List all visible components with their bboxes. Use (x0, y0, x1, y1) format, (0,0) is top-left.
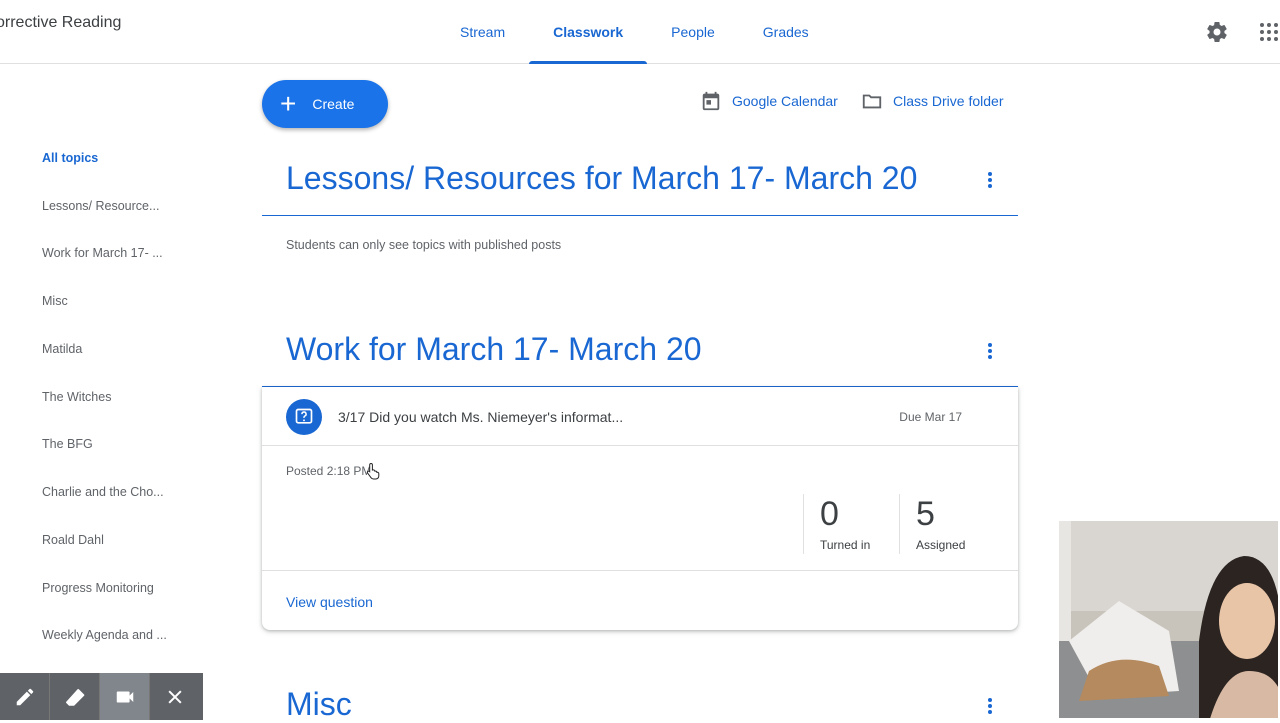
sidebar-item-progress-monitoring[interactable]: Progress Monitoring (42, 581, 154, 595)
camera-icon[interactable] (100, 673, 150, 720)
assignment-header[interactable]: 3/17 Did you watch Ms. Niemeyer's inform… (262, 387, 1018, 446)
hand-cursor-icon (366, 462, 382, 485)
topic-divider (262, 215, 1018, 216)
topic-menu-icon[interactable] (982, 170, 998, 190)
assigned-count: 5 (916, 495, 935, 533)
tab-stream[interactable]: Stream (436, 0, 529, 64)
tab-people[interactable]: People (647, 0, 739, 64)
topic-menu-icon[interactable] (982, 696, 998, 716)
assignment-title: 3/17 Did you watch Ms. Niemeyer's inform… (338, 409, 624, 425)
gear-icon[interactable] (1205, 20, 1229, 44)
question-icon (286, 399, 322, 435)
apps-grid-icon[interactable] (1257, 20, 1280, 44)
sidebar-item-lessons[interactable]: Lessons/ Resource... (42, 199, 159, 213)
posted-time: Posted 2:18 PM (286, 464, 372, 478)
tab-bar: Stream Classwork People Grades (436, 0, 833, 64)
plus-icon: + (280, 88, 297, 119)
sidebar-item-charlie[interactable]: Charlie and the Cho... (42, 485, 164, 499)
google-calendar-button[interactable]: Google Calendar (700, 90, 838, 112)
create-button[interactable]: + Create (262, 80, 388, 128)
sidebar-item-the-bfg[interactable]: The BFG (42, 437, 93, 451)
webcam-video-overlay (1057, 519, 1280, 720)
screen-recorder-toolbar (0, 673, 203, 720)
top-app-bar: orrective Reading Stream Classwork Peopl… (0, 0, 1280, 64)
assignment-card: 3/17 Did you watch Ms. Niemeyer's inform… (262, 387, 1018, 630)
tab-grades[interactable]: Grades (739, 0, 833, 64)
topic-title-work: Work for March 17- March 20 (286, 331, 702, 367)
sidebar-item-matilda[interactable]: Matilda (42, 342, 82, 356)
turned-in-count: 0 (820, 495, 839, 533)
turned-in-stat[interactable]: 0 Turned in (803, 494, 870, 554)
topic-menu-icon[interactable] (982, 341, 998, 361)
topic-visibility-note: Students can only see topics with publis… (286, 238, 562, 252)
calendar-icon (702, 91, 720, 111)
due-date: Due Mar 17 (899, 410, 962, 424)
assigned-label: Assigned (916, 538, 966, 552)
topic-title-misc: Misc (286, 686, 352, 722)
turned-in-label: Turned in (820, 538, 871, 552)
sidebar-item-all-topics[interactable]: All topics (42, 151, 98, 165)
class-title[interactable]: orrective Reading (0, 14, 121, 32)
eraser-icon[interactable] (50, 673, 100, 720)
pencil-icon[interactable] (0, 673, 50, 720)
create-label: Create (312, 96, 355, 112)
view-question-link[interactable]: View question (286, 594, 373, 610)
assignment-footer: View question (262, 570, 1018, 630)
close-icon[interactable] (150, 673, 200, 720)
class-drive-folder-button[interactable]: Class Drive folder (861, 90, 1003, 112)
sidebar-item-roald-dahl[interactable]: Roald Dahl (42, 533, 104, 547)
sidebar-item-weekly-agenda[interactable]: Weekly Agenda and ... (42, 628, 167, 642)
tab-classwork[interactable]: Classwork (529, 0, 648, 64)
sidebar-item-work[interactable]: Work for March 17- ... (42, 246, 163, 260)
sidebar-item-the-witches[interactable]: The Witches (42, 390, 111, 404)
class-drive-folder-label: Class Drive folder (893, 93, 1004, 109)
folder-icon (862, 94, 882, 109)
google-calendar-label: Google Calendar (732, 93, 838, 109)
topic-title-lessons: Lessons/ Resources for March 17- March 2… (286, 160, 918, 196)
assigned-stat[interactable]: 5 Assigned (899, 494, 965, 554)
sidebar-item-misc[interactable]: Misc (42, 294, 68, 308)
